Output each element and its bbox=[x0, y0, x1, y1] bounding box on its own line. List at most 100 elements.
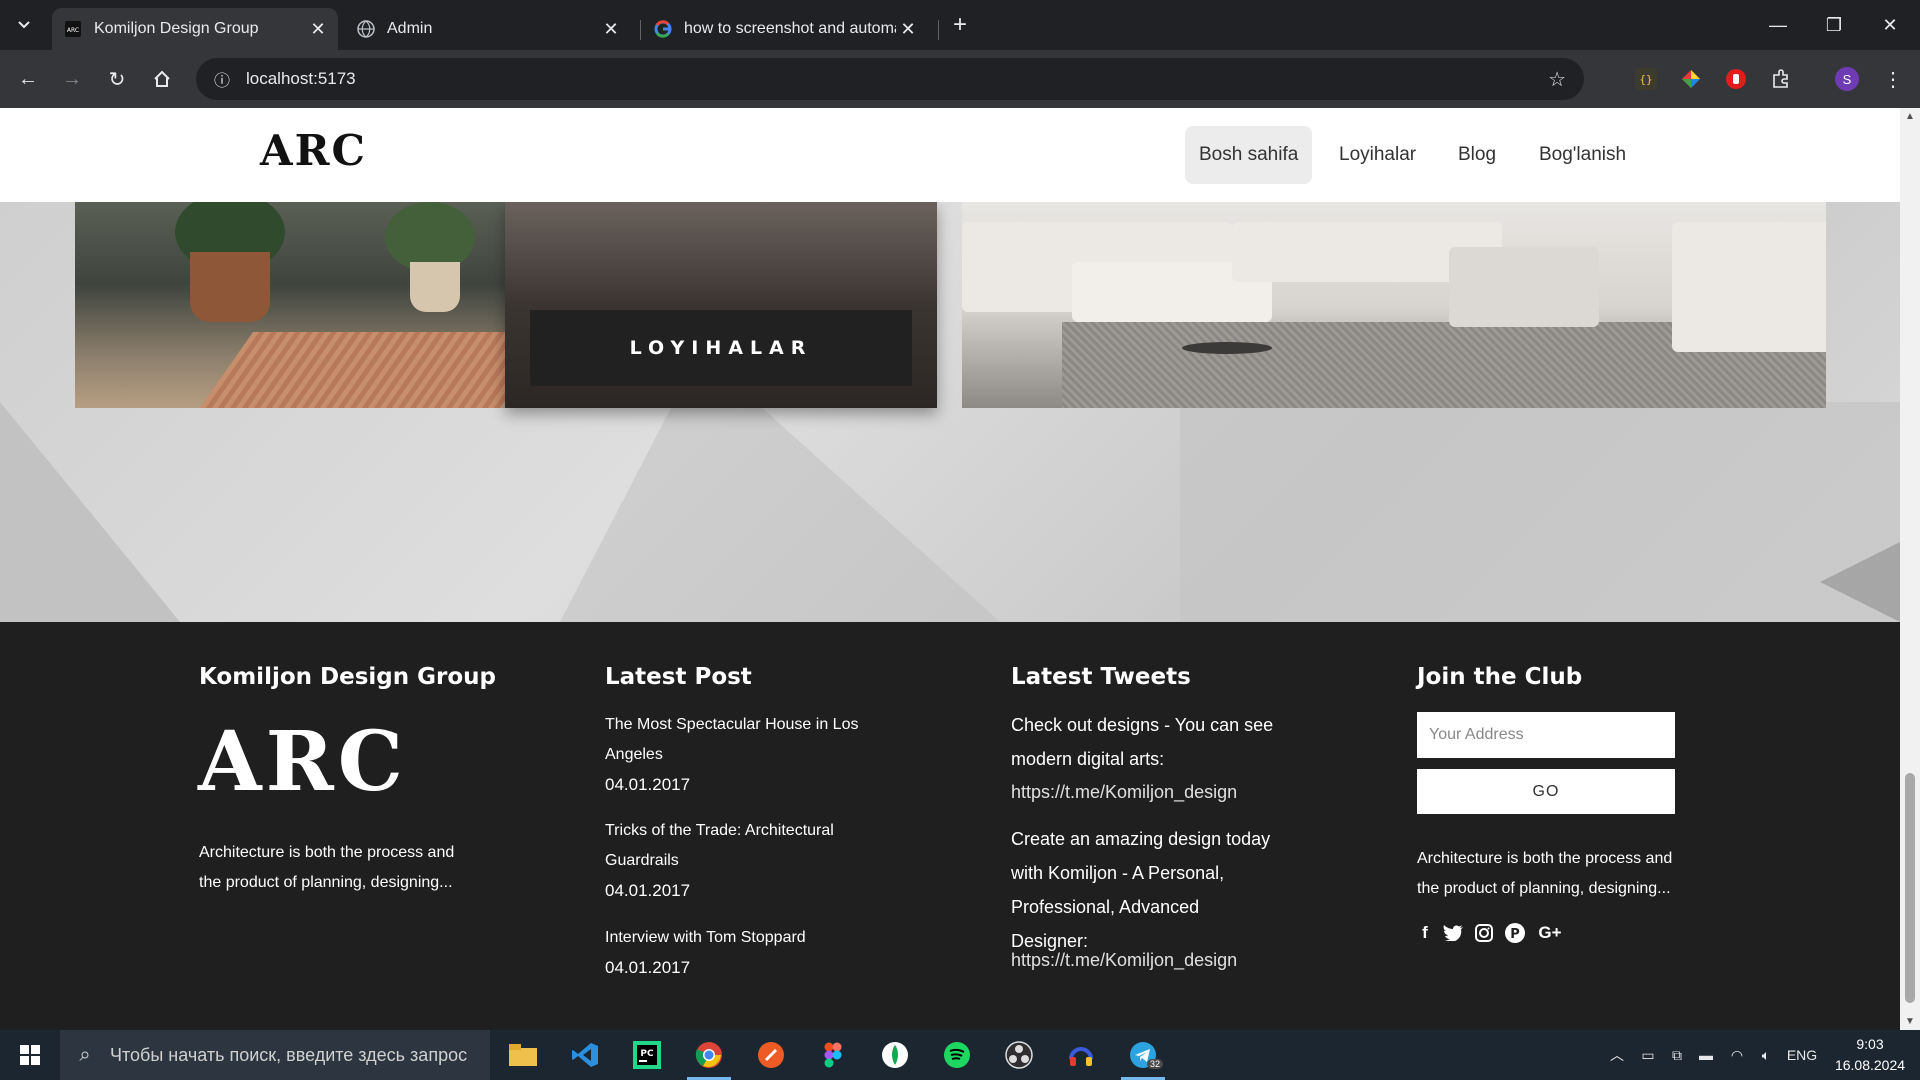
meet-now-icon[interactable]: ▭ bbox=[1636, 1030, 1660, 1080]
scrollbar-thumb[interactable] bbox=[1905, 773, 1915, 1003]
footer-logo: ARC bbox=[198, 714, 408, 810]
taskbar-search[interactable]: ⌕ Чтобы начать поиск, введите здесь запр… bbox=[60, 1030, 490, 1080]
tray-overflow-chevron-icon[interactable]: ︿ bbox=[1605, 1030, 1629, 1080]
svg-text:PC: PC bbox=[640, 1049, 654, 1059]
tab-google[interactable]: how to screenshot and automat ✕ bbox=[642, 8, 928, 50]
taskbar-clock[interactable]: 9:03 16.08.2024 bbox=[1830, 1034, 1910, 1076]
pinterest-icon[interactable]: P bbox=[1503, 921, 1527, 945]
browser-menu-icon[interactable]: ⋮ bbox=[1880, 66, 1906, 92]
telegram-icon[interactable]: 32 bbox=[1113, 1030, 1173, 1080]
browser-toolbar: ← → ↻ ⓘ localhost:5173 ☆ {} S ⋮ bbox=[0, 50, 1920, 108]
telegram-badge: 32 bbox=[1147, 1059, 1164, 1069]
tab-separator bbox=[938, 20, 939, 40]
json-extension-icon[interactable]: {} bbox=[1633, 66, 1659, 92]
wifi-icon[interactable]: ◠ bbox=[1725, 1030, 1749, 1080]
page-scrollbar[interactable]: ▲ ▼ bbox=[1900, 108, 1920, 1030]
close-tab-icon[interactable]: ✕ bbox=[896, 17, 920, 41]
mongodb-compass-icon[interactable] bbox=[865, 1030, 925, 1080]
profile-avatar[interactable]: S bbox=[1834, 66, 1860, 92]
tab-title: how to screenshot and automat bbox=[684, 20, 896, 37]
headset-app-icon[interactable] bbox=[1051, 1030, 1111, 1080]
footer-company-heading: Komiljon Design Group bbox=[199, 664, 496, 690]
footer-about-text: Architecture is both the process and the… bbox=[199, 844, 455, 891]
postman-icon[interactable] bbox=[741, 1030, 801, 1080]
windows-taskbar: ⌕ Чтобы начать поиск, введите здесь запр… bbox=[0, 1030, 1920, 1080]
address-bar[interactable]: ⓘ localhost:5173 ☆ bbox=[196, 58, 1584, 100]
nav-boglanish[interactable]: Bog'lanish bbox=[1525, 126, 1640, 184]
new-tab-button[interactable]: + bbox=[942, 8, 978, 42]
close-window-icon[interactable]: ✕ bbox=[1862, 0, 1918, 50]
tweet-link[interactable]: https://t.me/Komiljon_design bbox=[1011, 950, 1237, 971]
back-icon[interactable]: ← bbox=[10, 62, 46, 96]
post-title-link[interactable]: The Most Spectacular House in Los Angele… bbox=[605, 710, 875, 770]
post-title-link[interactable]: Tricks of the Trade: Architectural Guard… bbox=[605, 816, 875, 876]
post-date: 04.01.2017 bbox=[605, 775, 691, 794]
project-image-living-room[interactable] bbox=[962, 202, 1826, 408]
home-icon[interactable] bbox=[144, 62, 180, 96]
site-header: ARC Bosh sahifa Loyihalar Blog Bog'lanis… bbox=[0, 108, 1900, 202]
scroll-up-arrow-icon[interactable]: ▲ bbox=[1900, 111, 1920, 122]
language-indicator[interactable]: ENG bbox=[1782, 1030, 1822, 1080]
facebook-icon[interactable]: f bbox=[1413, 921, 1437, 945]
svg-text:P: P bbox=[1510, 927, 1520, 942]
globe-icon bbox=[357, 20, 375, 38]
instagram-icon[interactable] bbox=[1472, 921, 1496, 945]
battery-icon[interactable]: ▬ bbox=[1694, 1030, 1718, 1080]
post-date: 04.01.2017 bbox=[605, 881, 691, 900]
twitter-icon[interactable] bbox=[1441, 921, 1465, 945]
latest-tweets-heading: Latest Tweets bbox=[1011, 664, 1191, 690]
nav-bosh-sahifa[interactable]: Bosh sahifa bbox=[1185, 126, 1313, 184]
project-image-plants[interactable] bbox=[75, 202, 505, 408]
scroll-down-arrow-icon[interactable]: ▼ bbox=[1900, 1016, 1920, 1027]
tab-admin[interactable]: Admin ✕ bbox=[345, 8, 631, 50]
close-tab-icon[interactable]: ✕ bbox=[306, 17, 330, 41]
go-button[interactable]: GO bbox=[1417, 769, 1675, 814]
figma-icon[interactable] bbox=[803, 1030, 863, 1080]
projects-button[interactable]: LOYIHALAR bbox=[530, 310, 912, 386]
tweet-link[interactable]: https://t.me/Komiljon_design bbox=[1011, 782, 1237, 803]
bookmark-star-icon[interactable]: ☆ bbox=[1548, 67, 1566, 92]
color-picker-extension-icon[interactable] bbox=[1678, 66, 1704, 92]
post-title-link[interactable]: Interview with Tom Stoppard bbox=[605, 923, 875, 953]
volume-icon[interactable]: 🔈︎ bbox=[1754, 1030, 1778, 1080]
tweet-text: Check out designs - You can see modern d… bbox=[1011, 715, 1274, 769]
adblock-extension-icon[interactable] bbox=[1723, 66, 1749, 92]
url-text[interactable]: localhost:5173 bbox=[246, 69, 356, 89]
start-button[interactable] bbox=[0, 1030, 60, 1080]
site-info-icon[interactable]: ⓘ bbox=[202, 67, 242, 91]
tweet-text: Create an amazing design today with Komi… bbox=[1011, 829, 1271, 951]
file-explorer-icon[interactable] bbox=[493, 1030, 553, 1080]
profile-initial: S bbox=[1842, 71, 1852, 87]
google-plus-icon[interactable]: G+ bbox=[1535, 921, 1565, 945]
tab-komiljon[interactable]: ARC Komiljon Design Group ✕ bbox=[52, 8, 338, 50]
tab-title: Admin bbox=[387, 20, 433, 37]
club-text: Architecture is both the process and the… bbox=[1417, 850, 1673, 897]
nav-loyihalar[interactable]: Loyihalar bbox=[1325, 126, 1430, 184]
minimize-icon[interactable]: — bbox=[1750, 0, 1806, 50]
arc-logo-icon: ARC bbox=[64, 20, 82, 38]
vscode-icon[interactable] bbox=[555, 1030, 615, 1080]
pycharm-icon[interactable]: PC bbox=[617, 1030, 677, 1080]
obs-icon[interactable] bbox=[989, 1030, 1049, 1080]
extensions-puzzle-icon[interactable] bbox=[1768, 66, 1794, 92]
tab-separator bbox=[640, 20, 641, 40]
email-field[interactable] bbox=[1417, 712, 1675, 758]
site-footer: Komiljon Design Group ARC Architecture i… bbox=[0, 622, 1900, 1030]
windows-logo-icon bbox=[20, 1045, 40, 1065]
restore-icon[interactable]: ❐ bbox=[1806, 0, 1862, 50]
join-club-heading: Join the Club bbox=[1417, 664, 1583, 690]
close-tab-icon[interactable]: ✕ bbox=[599, 17, 623, 41]
reload-icon[interactable]: ↻ bbox=[99, 62, 135, 96]
clock-time: 9:03 bbox=[1856, 1036, 1884, 1052]
tab-search-button[interactable] bbox=[6, 8, 42, 42]
spotify-icon[interactable] bbox=[927, 1030, 987, 1080]
search-placeholder: Чтобы начать поиск, введите здесь запрос bbox=[110, 1044, 468, 1065]
forward-icon[interactable]: → bbox=[54, 62, 90, 96]
nav-blog[interactable]: Blog bbox=[1444, 126, 1510, 184]
site-logo[interactable]: ARC bbox=[260, 126, 367, 175]
post-date: 04.01.2017 bbox=[605, 958, 691, 977]
display-icon[interactable]: ⧉ bbox=[1665, 1030, 1689, 1080]
browser-chrome: ARC Komiljon Design Group ✕ Admin ✕ how … bbox=[0, 0, 1920, 108]
chrome-icon[interactable] bbox=[679, 1030, 739, 1080]
tab-title: Komiljon Design Group bbox=[94, 20, 259, 37]
